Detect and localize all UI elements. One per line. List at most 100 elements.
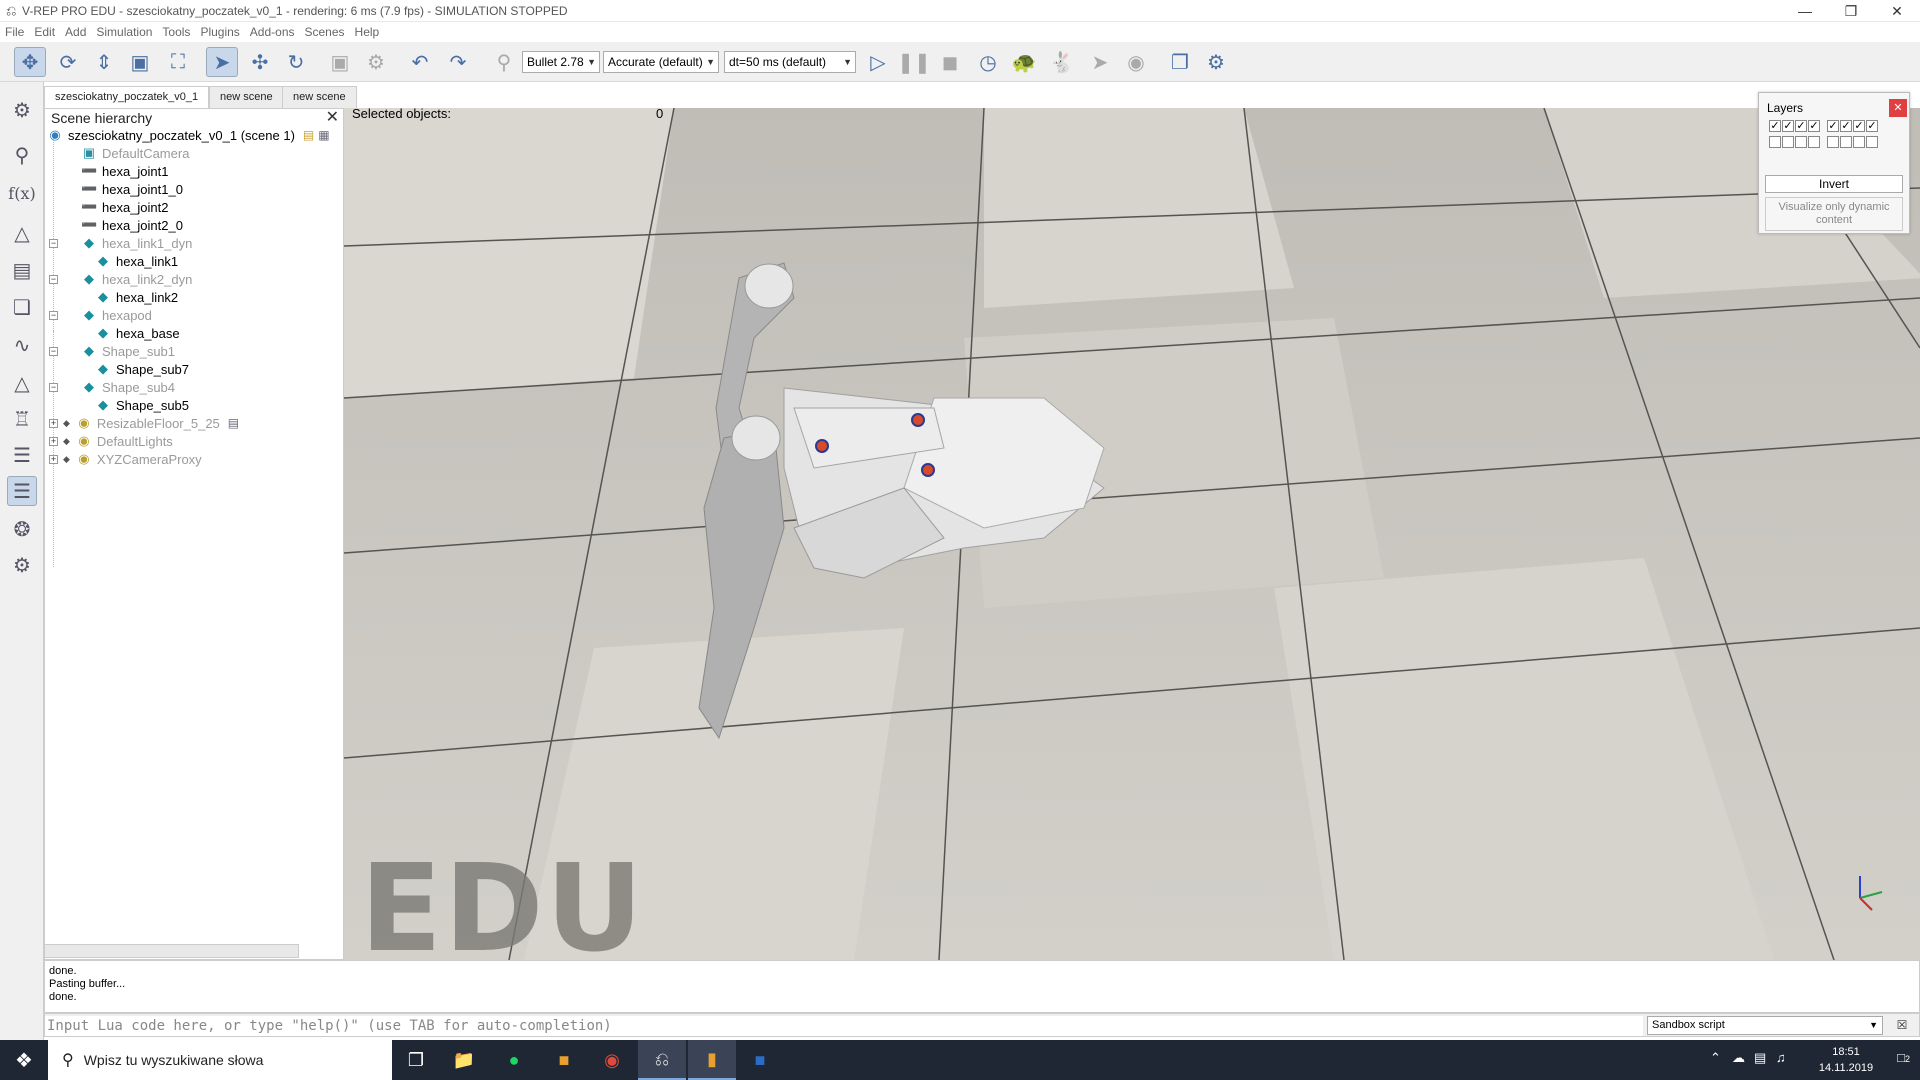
layer-checkbox[interactable]: ✓ [1840, 120, 1852, 132]
tree-item[interactable]: ◆ hexa_link1 [95, 252, 178, 270]
collapse-toggle[interactable]: − [49, 275, 58, 284]
scene-selector-icon[interactable]: ⚙ [1200, 47, 1232, 77]
transfer-dna-icon[interactable]: ⚙ [360, 47, 392, 77]
zoom-icon[interactable]: ⚲ [7, 140, 37, 170]
timestep-select[interactable]: dt=50 ms (default) ▼ [724, 51, 856, 73]
thread-rendering-icon[interactable]: ➤ [1084, 47, 1116, 77]
scene-hierarchy-icon[interactable]: ☰ [7, 440, 37, 470]
lua-input[interactable] [45, 1016, 1643, 1036]
scene-viewport[interactable] [344, 108, 1920, 960]
assemble-icon[interactable]: ▣ [324, 47, 356, 77]
redo-icon[interactable]: ↷ [442, 47, 474, 77]
task-view-icon[interactable]: ❐ [392, 1040, 440, 1080]
tree-root[interactable]: ◉ szesciokatny_poczatek_v0_1 (scene 1) ▤… [47, 126, 329, 144]
menu-simulation[interactable]: Simulation [91, 22, 157, 42]
vrep-icon[interactable]: ⎌ [638, 1040, 686, 1080]
selection-icon[interactable]: △ [7, 368, 37, 398]
tree-item[interactable]: ➖ hexa_joint2 [81, 198, 169, 216]
tree-item[interactable]: ◆ hexa_link1_dyn [81, 234, 192, 252]
layer-checkbox[interactable]: ✓ [1827, 120, 1839, 132]
close-icon[interactable]: ✕ [1889, 99, 1907, 117]
close-button[interactable]: ✕ [1874, 0, 1920, 22]
notifications-icon[interactable]: □2 [1897, 1050, 1910, 1065]
speed-up-icon[interactable]: 🐇 [1046, 47, 1078, 77]
calculation-modules-icon[interactable]: ▤ [7, 255, 37, 285]
menu-tools[interactable]: Tools [157, 22, 195, 42]
visualize-dynamic-button[interactable]: Visualize only dynamic content [1765, 197, 1903, 231]
layer-checkbox[interactable]: ✓ [1782, 120, 1794, 132]
path-icon[interactable]: ∿ [7, 330, 37, 360]
minimize-button[interactable]: — [1782, 0, 1828, 22]
object-rotate-icon[interactable]: ↻ [280, 47, 312, 77]
collapse-toggle[interactable]: − [49, 347, 58, 356]
simulation-settings-icon[interactable]: ⚙ [7, 95, 37, 125]
volume-icon[interactable]: ♫ [1776, 1050, 1786, 1065]
tab-scene-1[interactable]: szesciokatny_poczatek_v0_1 [44, 86, 210, 109]
tree-item[interactable]: ◆ Shape_sub5 [95, 396, 189, 414]
menu-edit[interactable]: Edit [29, 22, 60, 42]
tree-item[interactable]: ◆ Shape_sub1 [81, 342, 175, 360]
click-select-icon[interactable]: ➤ [206, 47, 238, 77]
page-selector-icon[interactable]: ❐ [1164, 47, 1196, 77]
hierarchy-scrollbar[interactable] [44, 944, 299, 958]
camera-shift-icon[interactable]: ⇕ [88, 47, 120, 77]
layer-checkbox[interactable] [1782, 136, 1794, 148]
inventor-icon[interactable]: ▮ [688, 1040, 736, 1080]
video-recorder-icon[interactable]: ❂ [7, 514, 37, 544]
menu-scenes[interactable]: Scenes [300, 22, 350, 42]
network-icon[interactable]: ▤ [1754, 1050, 1766, 1066]
layer-checkbox[interactable] [1853, 136, 1865, 148]
camera-pan-icon[interactable]: ✥ [14, 47, 46, 77]
collapse-toggle[interactable]: − [49, 239, 58, 248]
layer-checkbox[interactable]: ✓ [1795, 120, 1807, 132]
script-badge-icon[interactable]: ▦ [318, 128, 329, 142]
menu-help[interactable]: Help [350, 22, 385, 42]
pause-simulation-icon[interactable]: ❚❚ [897, 47, 931, 77]
tree-item[interactable]: ◆ hexa_link2 [95, 288, 178, 306]
start-simulation-icon[interactable]: ▷ [862, 47, 894, 77]
accuracy-select[interactable]: Accurate (default) ▼ [603, 51, 719, 73]
collections-icon[interactable]: ❏ [7, 292, 37, 322]
dynamics-icon[interactable]: ⚲ [488, 47, 520, 77]
expand-toggle[interactable]: + [49, 419, 58, 428]
tree-item[interactable]: ◆ hexapod [81, 306, 152, 324]
blender-icon[interactable]: ■ [540, 1040, 588, 1080]
menu-addons[interactable]: Add-ons [245, 22, 300, 42]
menu-add[interactable]: Add [60, 22, 91, 42]
word-icon[interactable]: ■ [736, 1040, 784, 1080]
windows-start-icon[interactable]: ❖ [0, 1040, 48, 1080]
script-icon[interactable]: f(x) [7, 178, 37, 208]
layer-checkbox[interactable]: ✓ [1808, 120, 1820, 132]
layer-checkbox[interactable] [1808, 136, 1820, 148]
tree-item[interactable]: ◆ ◉ DefaultLights [63, 432, 173, 450]
layer-checkbox[interactable] [1840, 136, 1852, 148]
object-shift-icon[interactable]: ✣ [244, 47, 276, 77]
clock[interactable]: 18:51 14.11.2019 [1816, 1044, 1876, 1076]
stop-simulation-icon[interactable]: ◼ [934, 47, 966, 77]
layer-checkbox[interactable]: ✓ [1866, 120, 1878, 132]
tree-item[interactable]: ◆ ◉ ResizableFloor_5_25 ▤ [63, 414, 239, 432]
chrome-icon[interactable]: ◉ [588, 1040, 636, 1080]
close-icon[interactable]: ✕ [326, 109, 339, 127]
object-properties-icon[interactable]: △ [7, 218, 37, 248]
taskbar-search[interactable]: ⚲ Wpisz tu wyszukiwane słowa [48, 1040, 392, 1080]
layer-checkbox[interactable] [1769, 136, 1781, 148]
script-selector[interactable]: Sandbox script ▼ [1647, 1016, 1883, 1035]
tree-item[interactable]: ➖ hexa_joint1 [81, 162, 169, 180]
slow-down-icon[interactable]: 🐢 [1008, 47, 1040, 77]
menu-file[interactable]: File [0, 22, 29, 42]
close-icon[interactable]: ☒ [1893, 1016, 1911, 1034]
expand-toggle[interactable]: + [49, 437, 58, 446]
engine-select[interactable]: Bullet 2.78 ▼ [522, 51, 600, 73]
collapse-toggle[interactable]: − [49, 383, 58, 392]
menu-plugins[interactable]: Plugins [195, 22, 244, 42]
fit-to-view-icon[interactable]: ⛶ [162, 47, 194, 77]
onedrive-icon[interactable]: ☁ [1732, 1050, 1745, 1066]
tree-item[interactable]: ◆ hexa_base [95, 324, 180, 342]
real-time-icon[interactable]: ◷ [972, 47, 1004, 77]
model-browser-icon[interactable]: ♖ [7, 404, 37, 434]
tree-item[interactable]: ◆ Shape_sub7 [95, 360, 189, 378]
file-explorer-icon[interactable]: 📁 [440, 1040, 488, 1080]
spotify-icon[interactable]: ● [490, 1040, 538, 1080]
layer-checkbox[interactable] [1866, 136, 1878, 148]
